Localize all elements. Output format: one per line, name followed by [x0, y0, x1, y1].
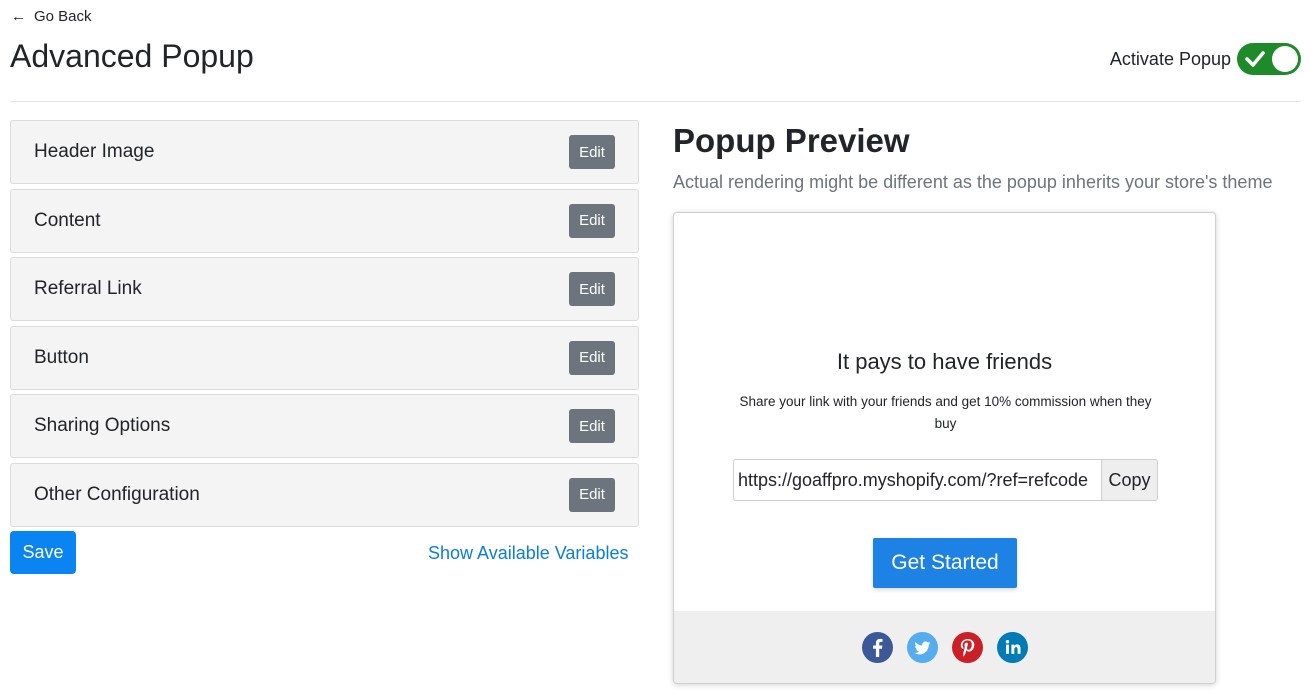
- section-content: Content Edit: [10, 188, 639, 253]
- section-referral-link: Referral Link Edit: [10, 257, 639, 322]
- toggle-knob: [1272, 46, 1298, 72]
- referral-link-group: Copy: [733, 459, 1158, 501]
- popup-description: Share your link with your friends and ge…: [739, 394, 1152, 431]
- popup-preview-card: It pays to have friends Share your link …: [673, 212, 1216, 684]
- activate-popup-control: Activate Popup: [1110, 43, 1301, 75]
- edit-header-image-button[interactable]: Edit: [569, 135, 615, 169]
- twitter-icon[interactable]: [906, 631, 938, 663]
- save-button[interactable]: Save: [10, 531, 76, 574]
- popup-heading: It pays to have friends: [836, 349, 1053, 374]
- section-label: Sharing Options: [34, 415, 171, 437]
- section-label: Referral Link: [34, 278, 142, 300]
- edit-sharing-options-button[interactable]: Edit: [569, 409, 615, 444]
- section-label: Button: [34, 346, 89, 368]
- edit-referral-link-button[interactable]: Edit: [569, 272, 615, 307]
- share-bar: [674, 611, 1215, 683]
- section-label: Header Image: [34, 141, 155, 162]
- section-sharing-options: Sharing Options Edit: [10, 394, 639, 459]
- go-back-label: Go Back: [34, 8, 92, 25]
- activate-popup-toggle[interactable]: [1237, 43, 1301, 75]
- pinterest-icon[interactable]: [951, 631, 983, 663]
- edit-button-button[interactable]: Edit: [569, 340, 615, 375]
- facebook-icon[interactable]: [861, 631, 893, 663]
- edit-content-button[interactable]: Edit: [569, 203, 615, 238]
- linkedin-icon[interactable]: [996, 631, 1028, 663]
- get-started-button[interactable]: Get Started: [873, 538, 1017, 588]
- arrow-left-icon: ←: [11, 8, 26, 25]
- show-available-variables-link[interactable]: Show Available Variables: [428, 543, 628, 564]
- go-back-link[interactable]: ← Go Back: [11, 8, 92, 25]
- settings-sections: Header Image Edit Content Edit Referral …: [10, 120, 639, 532]
- checkmark-icon: [1245, 51, 1265, 67]
- preview-subtitle: Actual rendering might be different as t…: [673, 172, 1273, 192]
- section-label: Content: [34, 209, 101, 231]
- section-other-configuration: Other Configuration Edit: [10, 462, 639, 527]
- page-title: Advanced Popup: [10, 38, 254, 74]
- copy-button[interactable]: Copy: [1101, 460, 1157, 500]
- preview-title: Popup Preview: [673, 122, 910, 159]
- section-label: Other Configuration: [34, 483, 200, 505]
- edit-other-configuration-button[interactable]: Edit: [569, 477, 615, 512]
- header-divider: [10, 101, 1301, 102]
- section-button: Button Edit: [10, 325, 639, 390]
- section-header-image: Header Image Edit: [10, 120, 639, 184]
- referral-link-input[interactable]: [734, 460, 1101, 500]
- activate-popup-label: Activate Popup: [1109, 48, 1231, 69]
